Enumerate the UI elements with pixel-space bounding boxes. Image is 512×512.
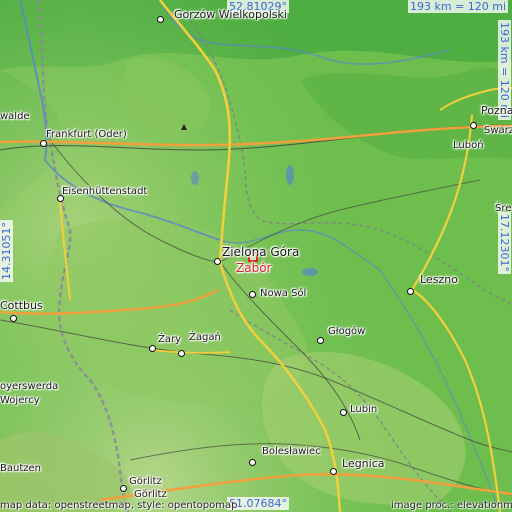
scale-horizontal-label: 193 km = 120 mi <box>408 0 509 13</box>
city-label-gorlitz-2: Görlitz <box>134 489 167 500</box>
city-label-legnica: Legnica <box>342 457 385 470</box>
city-dot-gorzow <box>157 16 164 23</box>
city-label-gorzow: Gorzów Wielkopolski <box>174 8 287 21</box>
topographic-map[interactable]: 52.81029° 51.07684° 14.31051° 17.12301° … <box>0 0 512 512</box>
city-dot-lubin <box>340 409 347 416</box>
city-dot-leszno <box>407 288 414 295</box>
city-label-poznan: Poznań <box>481 104 512 117</box>
city-label-hoyerswerda: oyerswerda <box>0 381 59 392</box>
city-label-leszno: Leszno <box>420 273 458 286</box>
city-label-walde: walde <box>0 111 30 122</box>
city-dot-boleslawiec <box>249 459 256 466</box>
map-data-credit: map data: openstreetmap, style: opentopo… <box>0 500 238 511</box>
city-label-zary: Żary <box>158 334 182 345</box>
city-dot-poznan <box>470 122 477 129</box>
city-label-nowasol: Nowa Sól <box>260 288 307 299</box>
city-label-srem: Śre <box>495 203 512 214</box>
city-dot-frankfurt <box>40 140 47 147</box>
city-label-boleslawiec: Bolesławiec <box>262 446 321 457</box>
city-dot-zary <box>149 345 156 352</box>
city-dot-zagan <box>178 350 185 357</box>
city-dot-nowasol <box>249 291 256 298</box>
city-label-lubin: Lubin <box>350 404 378 415</box>
city-label-swarzedz: Swarzę <box>484 125 512 136</box>
city-label-gorlitz-1: Görlitz <box>129 476 162 487</box>
city-label-glogow: Głogów <box>328 326 366 337</box>
city-label-zagan: Żagań <box>189 332 221 343</box>
city-label-wojercy: Wojercy <box>0 395 40 406</box>
place-label-zabor: Zabór <box>236 261 272 275</box>
image-processing-credit: image proc.: elevationmap <box>391 500 512 511</box>
city-dot-glogow <box>317 337 324 344</box>
right-longitude-label: 17.12301° <box>498 212 511 274</box>
city-label-lubon: Luboń <box>453 140 484 151</box>
city-label-zielona: Zielona Góra <box>222 245 300 259</box>
city-label-eisen: Eisenhüttenstadt <box>62 186 148 197</box>
city-label-frankfurt: Frankfurt (Oder) <box>46 129 127 140</box>
city-dot-zielona <box>214 258 221 265</box>
left-longitude-label: 14.31051° <box>0 220 13 282</box>
city-dot-gorlitz <box>120 485 127 492</box>
city-label-bautzen: Bautzen <box>0 463 41 474</box>
city-dot-legnica <box>330 468 337 475</box>
city-dot-cottbus <box>10 315 17 322</box>
city-label-cottbus: Cottbus <box>0 299 43 312</box>
